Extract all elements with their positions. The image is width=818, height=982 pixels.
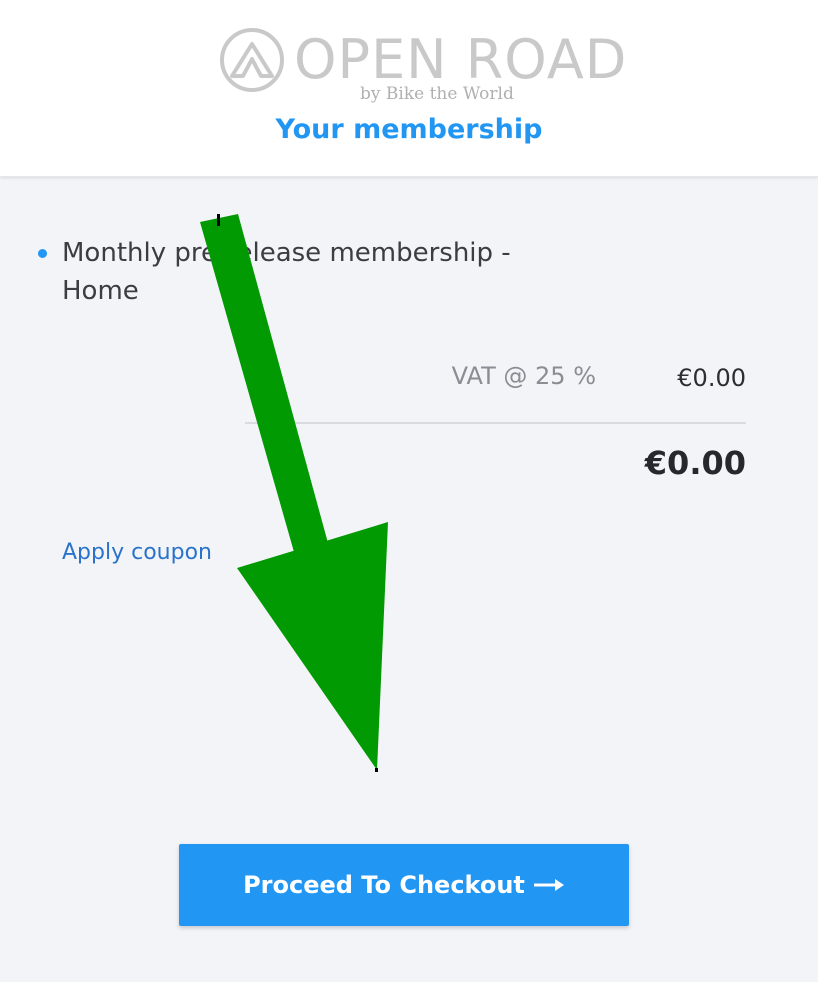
totals-divider (245, 422, 746, 424)
open-road-logo-icon (220, 28, 284, 92)
page-title: Your membership (275, 114, 543, 145)
logo-tagline: by Bike the World (360, 84, 514, 104)
logo-brand-text: OPEN ROAD (294, 28, 628, 91)
open-road-logo: OPEN ROAD by Bike the World (218, 24, 626, 108)
membership-item-label: Monthly pre-release membership - Home (62, 238, 511, 306)
bullet-icon (38, 249, 47, 258)
long-arrow-right-icon (533, 879, 564, 891)
vat-amount: €0.00 (677, 364, 746, 392)
membership-page: OPEN ROAD by Bike the World Your members… (0, 0, 818, 982)
page-header: OPEN ROAD by Bike the World Your members… (0, 0, 818, 177)
proceed-to-checkout-button[interactable]: Proceed To Checkout (179, 844, 629, 926)
vat-label: VAT @ 25 % (451, 362, 596, 390)
total-amount: €0.00 (644, 444, 746, 482)
checkout-button-label: Proceed To Checkout (243, 871, 525, 899)
apply-coupon-link[interactable]: Apply coupon (62, 540, 212, 565)
